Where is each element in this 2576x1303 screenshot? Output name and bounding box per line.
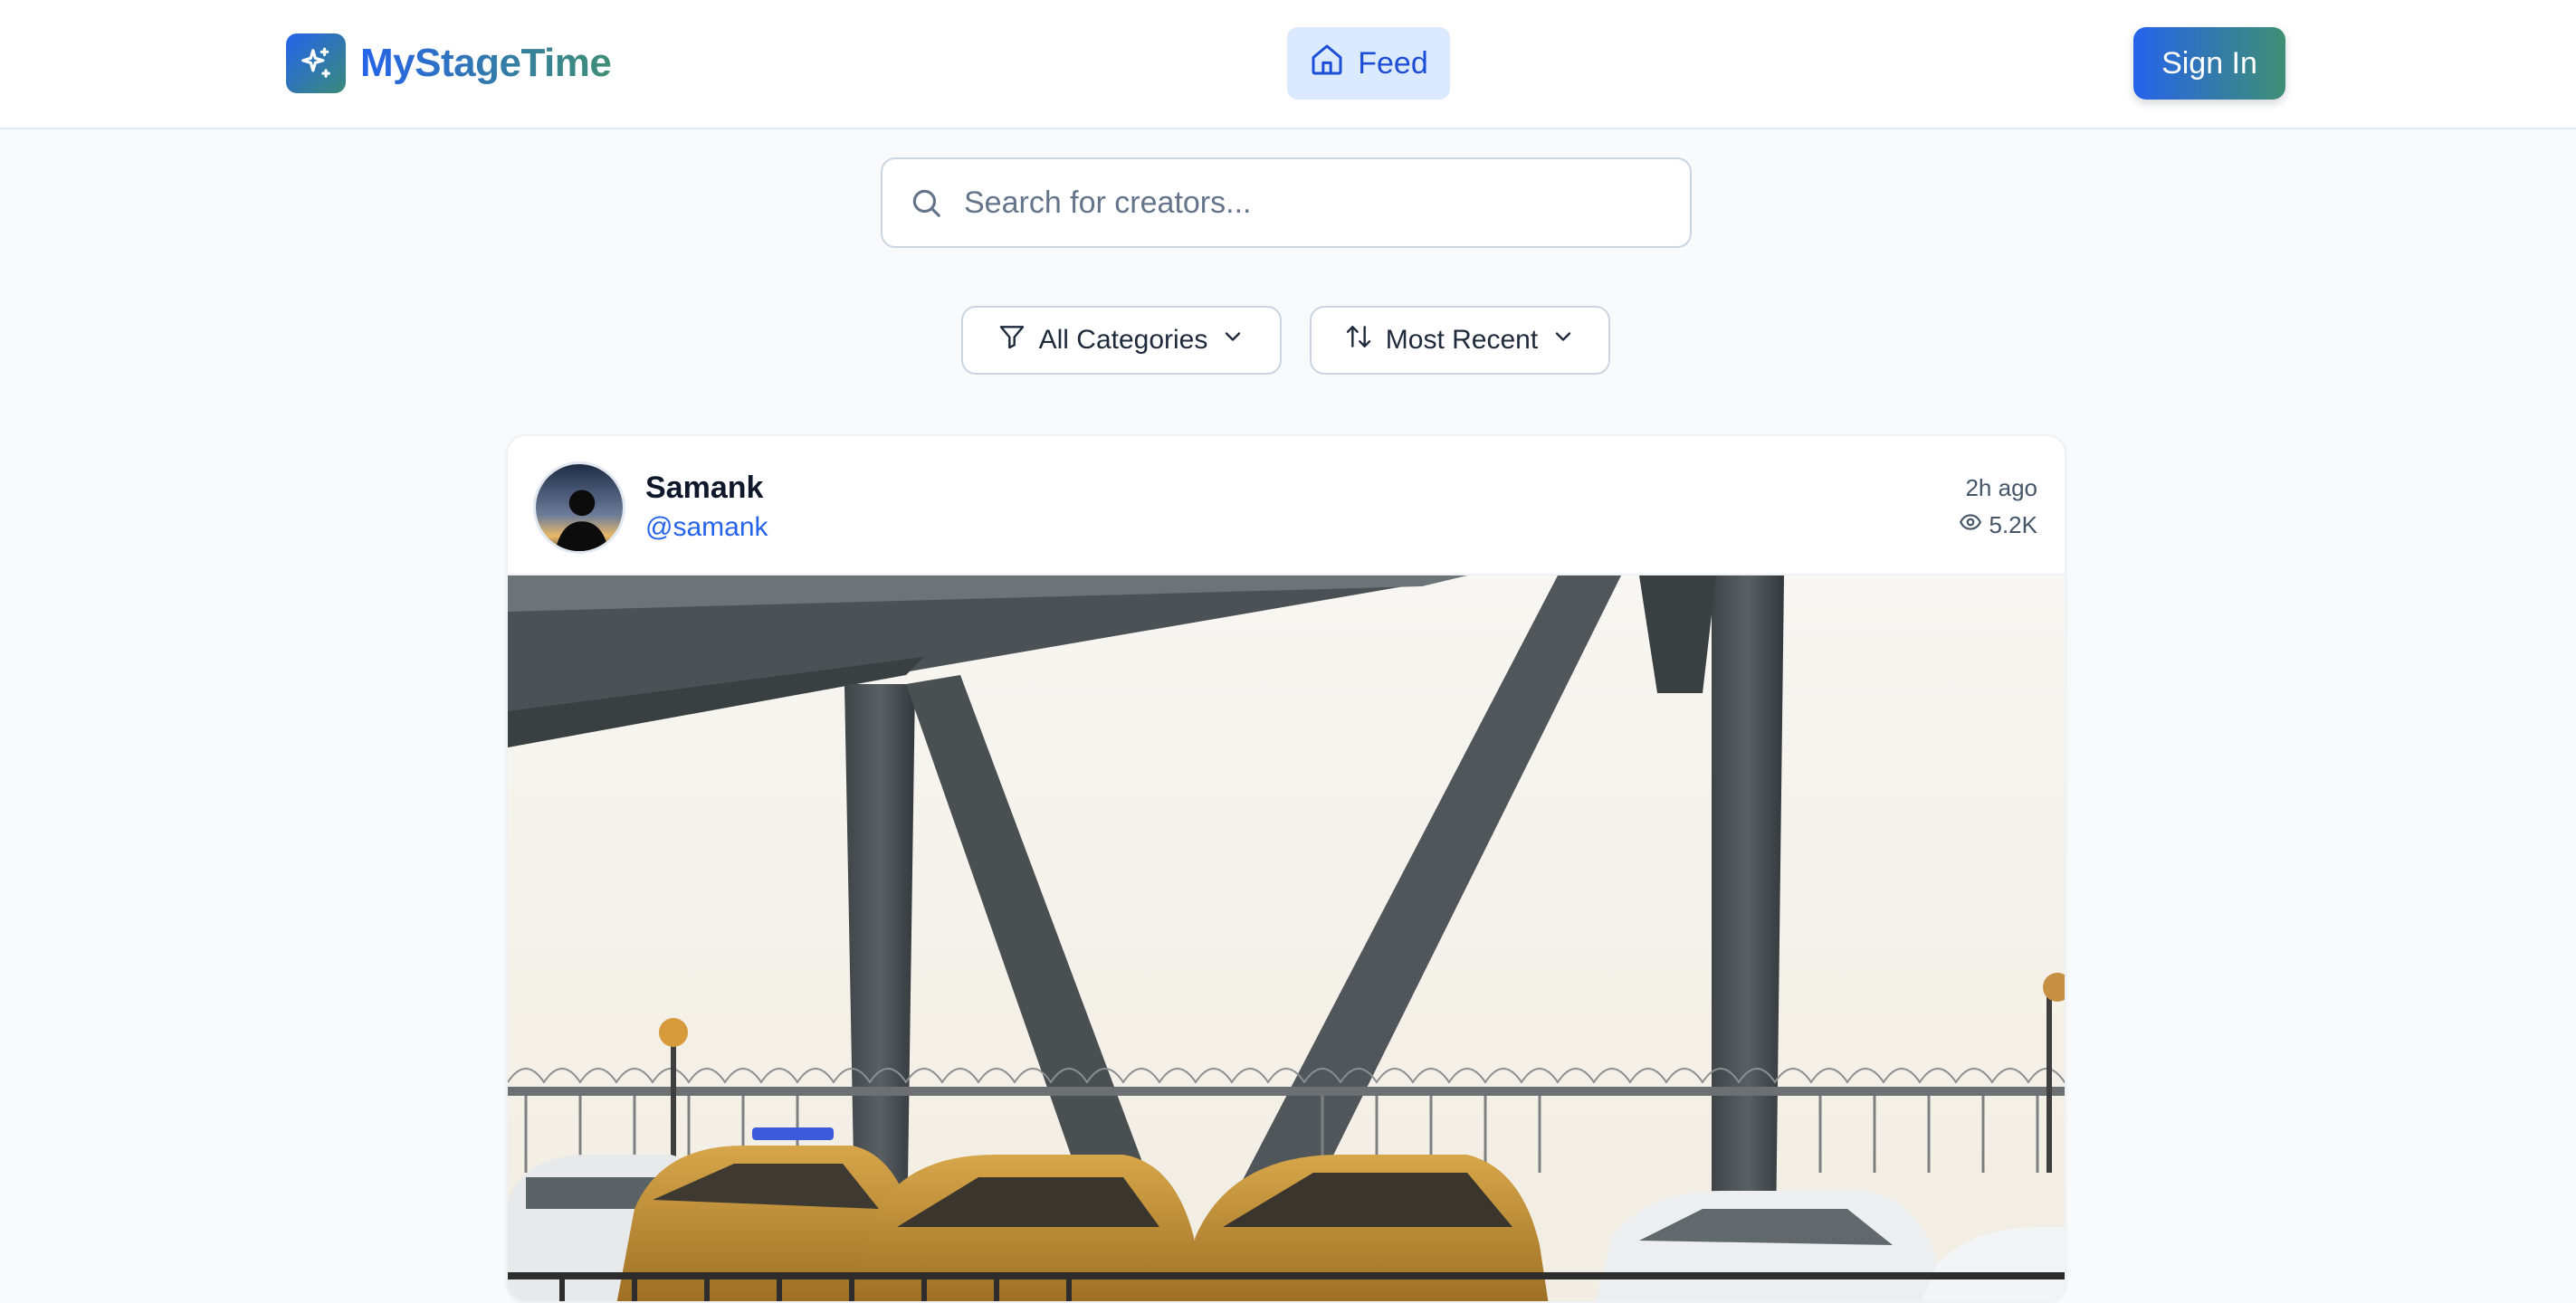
creator-search-box[interactable] xyxy=(881,157,1692,248)
feed-post-card: Samank @samank 2h ago 5.2K xyxy=(506,434,2066,1303)
sort-icon xyxy=(1344,322,1373,358)
author-handle[interactable]: @samank xyxy=(645,512,768,543)
eye-icon xyxy=(1959,510,1982,540)
category-filter-label: All Categories xyxy=(1038,325,1208,355)
author-name[interactable]: Samank xyxy=(645,471,763,506)
post-timestamp: 2h ago xyxy=(1965,474,2037,501)
search-input[interactable] xyxy=(964,159,1690,246)
author-avatar[interactable] xyxy=(533,461,625,554)
top-nav-bar: MyStageTime Feed Sign In xyxy=(0,0,2576,129)
search-icon xyxy=(883,185,964,220)
brand-name: MyStageTime xyxy=(360,41,612,85)
chevron-down-icon xyxy=(1220,324,1245,357)
home-icon xyxy=(1309,42,1345,86)
post-view-count: 5.2K xyxy=(1959,510,2038,540)
filter-icon xyxy=(997,322,1026,358)
sign-in-button[interactable]: Sign In xyxy=(2133,27,2285,100)
feed-nav-button[interactable]: Feed xyxy=(1287,27,1450,100)
post-views-value: 5.2K xyxy=(1989,511,2038,538)
feed-label: Feed xyxy=(1358,45,1428,81)
category-filter-dropdown[interactable]: All Categories xyxy=(961,306,1282,375)
post-image[interactable] xyxy=(508,575,2065,1301)
sort-order-label: Most Recent xyxy=(1385,325,1539,355)
sparkles-icon xyxy=(286,33,346,93)
brand-home-link[interactable]: MyStageTime xyxy=(286,33,612,93)
sort-order-dropdown[interactable]: Most Recent xyxy=(1310,306,1610,375)
post-header: Samank @samank 2h ago 5.2K xyxy=(508,436,2065,575)
chevron-down-icon xyxy=(1550,324,1576,357)
